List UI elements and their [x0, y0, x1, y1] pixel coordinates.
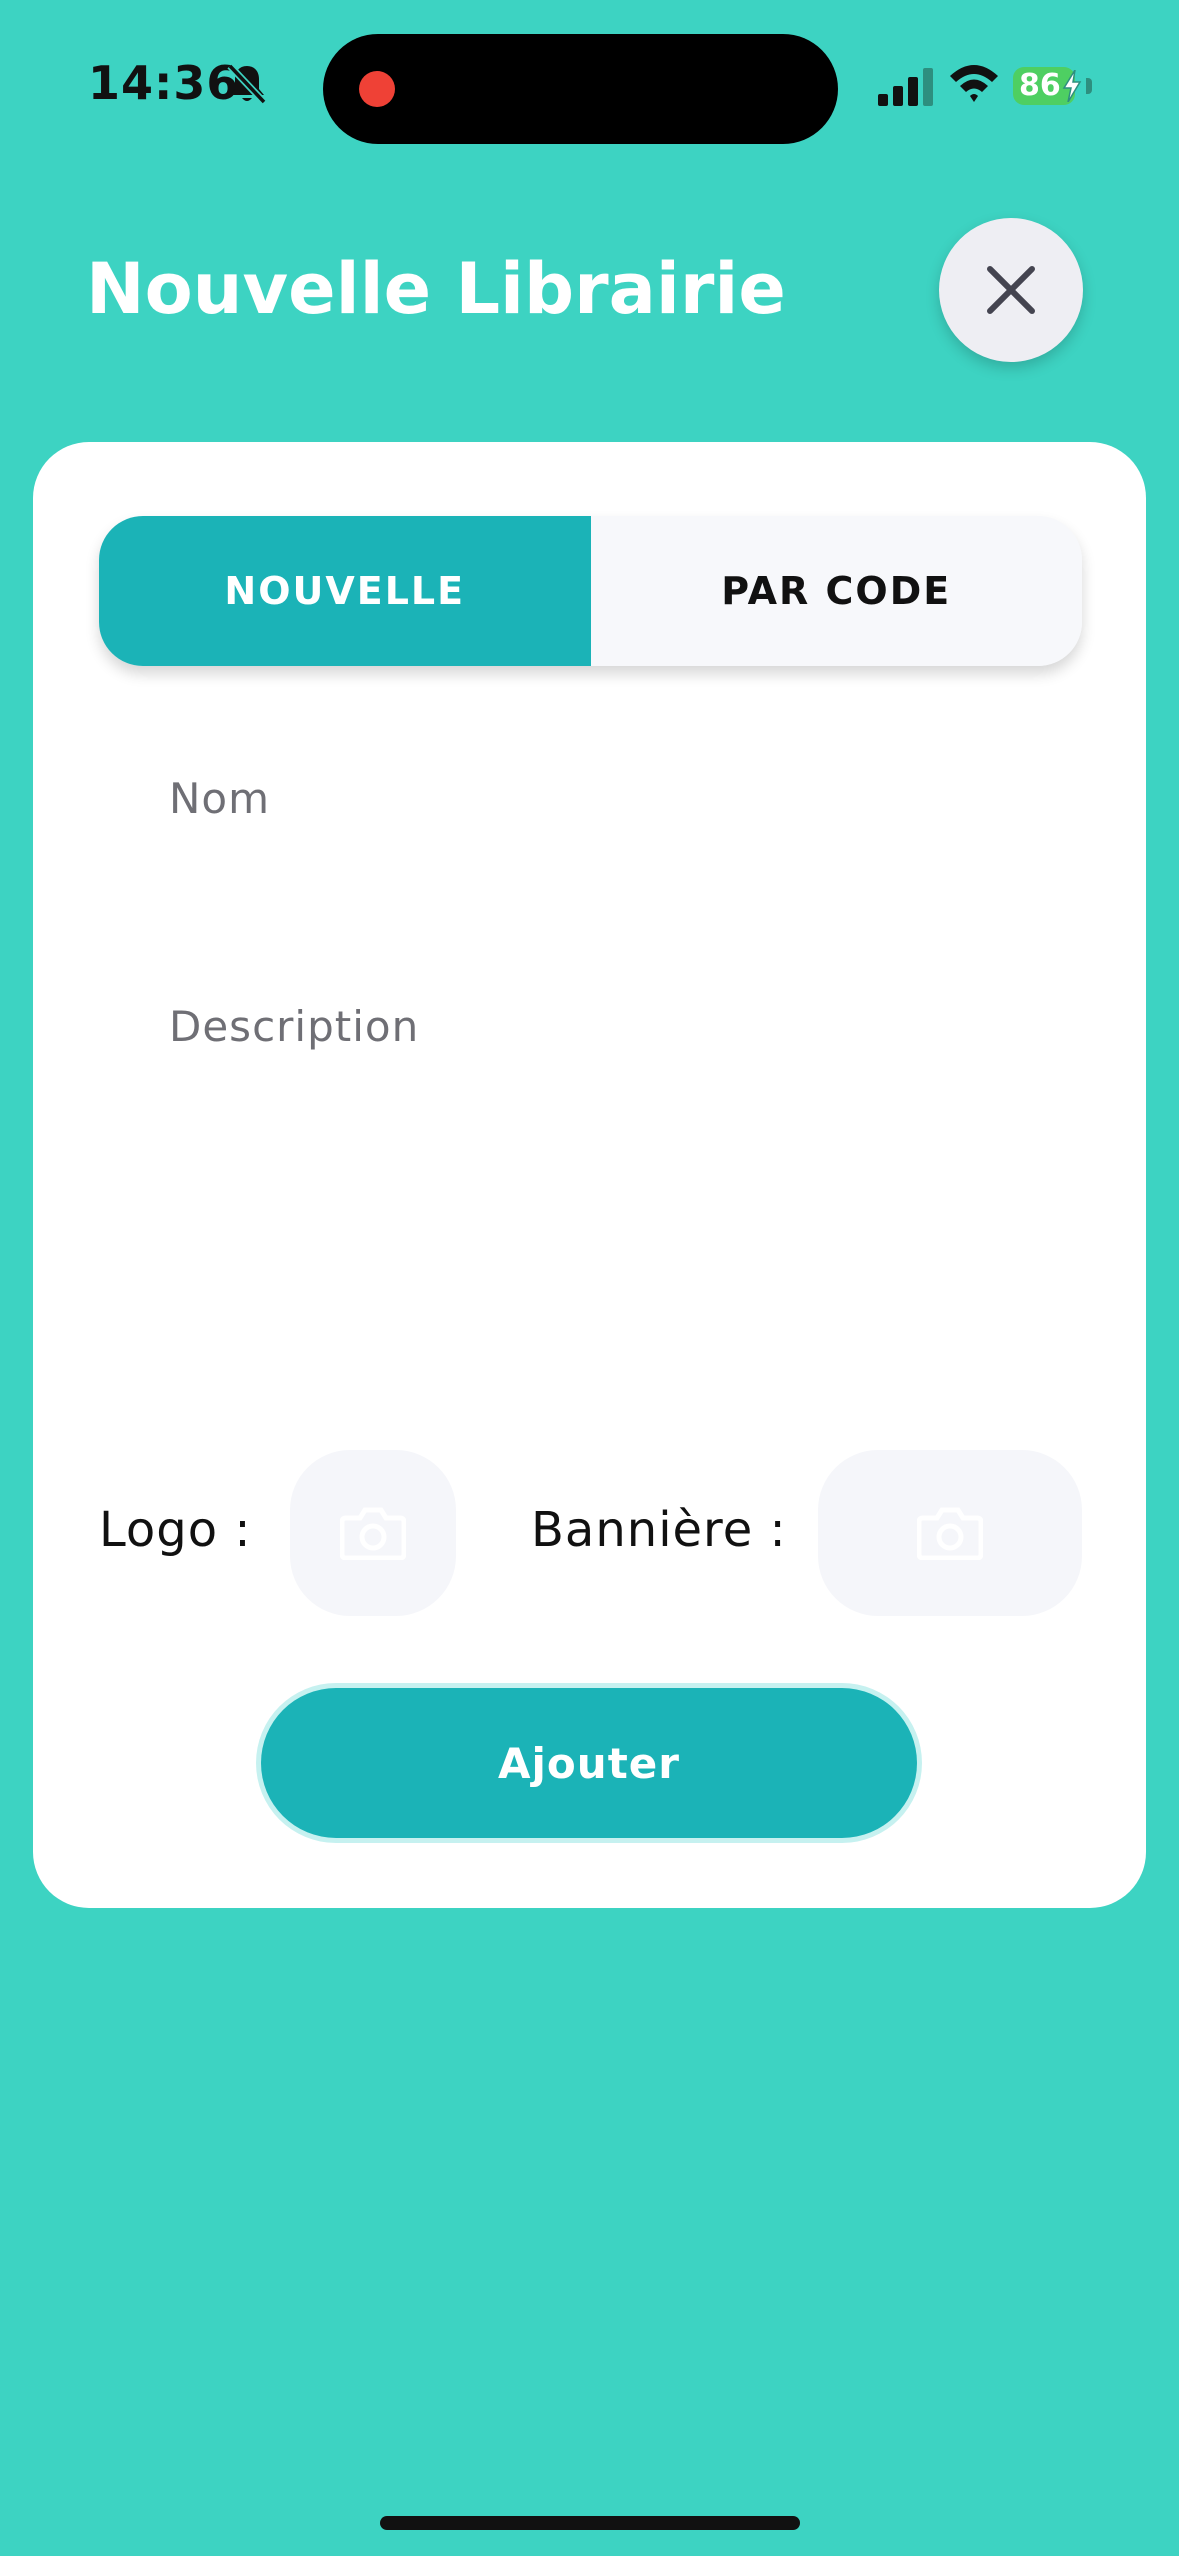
bell-off-icon	[227, 63, 267, 105]
tab-par-code[interactable]: PAR CODE	[590, 516, 1082, 666]
charging-bolt-icon	[1062, 70, 1082, 102]
signal-icon	[878, 68, 933, 106]
camera-icon	[917, 1507, 983, 1560]
camera-icon	[340, 1507, 406, 1560]
home-indicator[interactable]	[380, 2516, 800, 2530]
banner-picker-button[interactable]	[818, 1450, 1082, 1616]
description-field[interactable]: Description	[99, 1002, 1082, 1332]
new-library-card: NOUVELLE PAR CODE Nom Description Logo :…	[33, 442, 1146, 1908]
name-field[interactable]: Nom	[99, 774, 1082, 884]
close-button[interactable]	[939, 218, 1083, 362]
status-time: 14:36	[88, 56, 240, 110]
close-icon	[987, 266, 1035, 314]
logo-label: Logo :	[99, 1502, 252, 1558]
add-button[interactable]: Ajouter	[261, 1688, 917, 1838]
mode-tabs: NOUVELLE PAR CODE	[99, 516, 1082, 666]
battery-cap	[1086, 78, 1092, 94]
record-dot-icon	[359, 71, 395, 107]
logo-picker-button[interactable]	[290, 1450, 456, 1616]
banner-label: Bannière :	[531, 1502, 787, 1558]
tab-nouvelle[interactable]: NOUVELLE	[99, 516, 591, 666]
dynamic-island	[323, 34, 838, 144]
wifi-icon	[950, 65, 998, 102]
page-title: Nouvelle Librairie	[86, 248, 786, 330]
